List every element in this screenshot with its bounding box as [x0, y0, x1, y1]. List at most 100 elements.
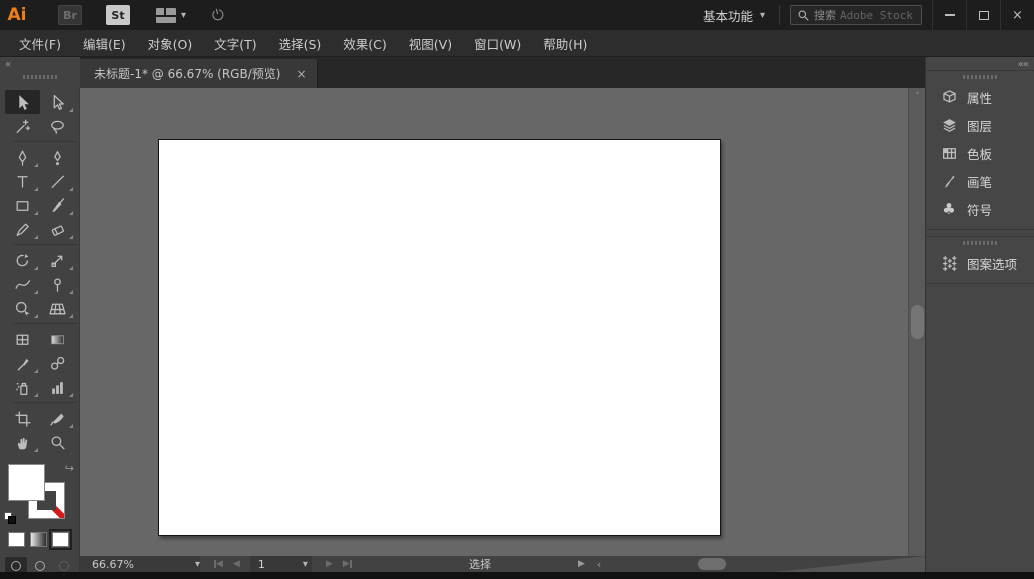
arrange-documents-button[interactable]: ▾: [156, 8, 186, 23]
minimize-button[interactable]: [932, 0, 966, 30]
layers-icon: [940, 117, 958, 134]
paintbrush-tool-icon: [49, 197, 66, 214]
stock-search-input[interactable]: 搜索 Adobe Stock: [790, 5, 922, 25]
hand-tool-button[interactable]: [5, 430, 40, 454]
menu-object[interactable]: 对象(O): [137, 34, 204, 53]
symbols-icon: ♣: [940, 200, 958, 218]
vertical-scrollbar-thumb[interactable]: [911, 305, 924, 339]
lasso-tool-button[interactable]: [40, 114, 75, 138]
perspective-grid-tool-button[interactable]: [40, 296, 75, 320]
color-button[interactable]: [8, 532, 25, 547]
search-placeholder: Adobe Stock: [840, 9, 913, 22]
menu-select[interactable]: 选择(S): [268, 34, 333, 53]
panel-group-grip[interactable]: [963, 241, 997, 245]
zoom-level-value: 66.67%: [92, 558, 195, 571]
resize-corner: [775, 556, 925, 572]
menu-effect[interactable]: 效果(C): [332, 34, 397, 53]
paintbrush-tool-button[interactable]: [40, 193, 75, 217]
horizontal-scrollbar-thumb[interactable]: [698, 558, 726, 570]
panel-brushes[interactable]: 画笔: [926, 167, 1034, 195]
chevron-down-icon[interactable]: ▾: [195, 559, 200, 570]
toolbar: ↪: [0, 88, 80, 572]
zoom-tool-button[interactable]: [40, 430, 75, 454]
rotate-tool-button[interactable]: [5, 248, 40, 272]
symbol-sprayer-tool-icon: [14, 379, 31, 396]
width-tool-button[interactable]: [5, 272, 40, 296]
panel-group-grip[interactable]: [963, 75, 997, 79]
panel-layers[interactable]: 图层: [926, 111, 1034, 139]
eraser-tool-button[interactable]: [40, 217, 75, 241]
zoom-level-field[interactable]: 66.67% ▾: [80, 556, 200, 572]
toolbar-separator: [12, 323, 77, 324]
expand-panels-icon[interactable]: ««: [1018, 59, 1028, 70]
default-fill-stroke-icon[interactable]: [4, 512, 18, 526]
panel-properties[interactable]: 属性: [926, 83, 1034, 111]
fill-indicator[interactable]: [8, 464, 45, 501]
touch-workspace-icon[interactable]: ⏻: [210, 5, 226, 25]
artboard-number-field[interactable]: 1 ▾: [250, 556, 312, 572]
last-artboard-button[interactable]: ▶: [343, 559, 352, 569]
toolbar-grip[interactable]: [23, 75, 57, 79]
type-tool-icon: [14, 173, 31, 190]
rectangle-tool-button[interactable]: [5, 193, 40, 217]
document-tab-title: 未标题-1* @ 66.67% (RGB/预览): [94, 65, 280, 82]
chevron-down-icon[interactable]: ▾: [303, 559, 308, 570]
status-indicator[interactable]: 选择: [370, 556, 590, 572]
shaper-tool-button[interactable]: [5, 217, 40, 241]
shape-builder-tool-button[interactable]: [5, 296, 40, 320]
mesh-tool-button[interactable]: [5, 327, 40, 351]
artboard-tool-button[interactable]: [5, 406, 40, 430]
magic-wand-tool-button[interactable]: [5, 114, 40, 138]
perspective-grid-tool-icon: [49, 300, 66, 317]
bridge-button[interactable]: Br: [58, 5, 82, 25]
scroll-up-icon[interactable]: ˄: [909, 92, 926, 102]
curvature-tool-button[interactable]: [40, 145, 75, 169]
first-artboard-button[interactable]: ◀: [214, 559, 223, 569]
shape-builder-tool-icon: [14, 300, 31, 317]
maximize-button[interactable]: [966, 0, 1000, 30]
menu-file[interactable]: 文件(F): [8, 34, 72, 53]
line-segment-tool-button[interactable]: [40, 169, 75, 193]
stock-button[interactable]: St: [106, 5, 130, 25]
menu-help[interactable]: 帮助(H): [532, 34, 598, 53]
symbol-sprayer-tool-button[interactable]: [5, 375, 40, 399]
puppet-warp-tool-button[interactable]: [40, 272, 75, 296]
panel-group-2: 图案选项: [926, 236, 1034, 284]
hand-tool-icon: [14, 434, 31, 451]
eyedropper-tool-button[interactable]: [5, 351, 40, 375]
small-left-icon[interactable]: ‹: [597, 558, 601, 571]
gradient-button[interactable]: [30, 532, 47, 547]
close-button[interactable]: ×: [1000, 0, 1034, 30]
direct-selection-tool-icon: [49, 94, 66, 111]
mesh-tool-icon: [14, 331, 31, 348]
scale-tool-button[interactable]: [40, 248, 75, 272]
panel-pattern-options[interactable]: 图案选项: [926, 249, 1034, 277]
workspace-switcher[interactable]: 基本功能 ▾: [689, 5, 780, 25]
type-tool-button[interactable]: [5, 169, 40, 193]
column-graph-tool-button[interactable]: [40, 375, 75, 399]
slice-tool-button[interactable]: [40, 406, 75, 430]
document-tab[interactable]: 未标题-1* @ 66.67% (RGB/预览) ×: [80, 59, 318, 88]
panel-swatches[interactable]: 色板: [926, 139, 1034, 167]
tab-close-icon[interactable]: ×: [296, 67, 306, 81]
artboard[interactable]: [158, 139, 721, 536]
swap-fill-stroke-icon[interactable]: ↪: [65, 462, 74, 475]
vertical-scrollbar[interactable]: ˄: [908, 88, 925, 556]
direct-selection-tool-button[interactable]: [40, 90, 75, 114]
panel-symbols[interactable]: ♣ 符号: [926, 195, 1034, 223]
gradient-tool-button[interactable]: [40, 327, 75, 351]
blend-tool-button[interactable]: [40, 351, 75, 375]
collapse-toolbar-icon[interactable]: «: [5, 59, 10, 70]
selection-tool-button[interactable]: [5, 90, 40, 114]
previous-artboard-button[interactable]: ◀: [233, 559, 240, 569]
menu-edit[interactable]: 编辑(E): [72, 34, 137, 53]
artboard-navigation-next: ▶ ▶: [326, 559, 352, 569]
none-button[interactable]: [52, 532, 69, 547]
menu-window[interactable]: 窗口(W): [463, 34, 532, 53]
next-artboard-button[interactable]: ▶: [326, 559, 333, 569]
menu-view[interactable]: 视图(V): [398, 34, 463, 53]
pen-tool-button[interactable]: [5, 145, 40, 169]
lasso-tool-icon: [49, 118, 66, 135]
menu-type[interactable]: 文字(T): [203, 34, 267, 53]
status-menu-icon[interactable]: ▶: [578, 559, 585, 569]
